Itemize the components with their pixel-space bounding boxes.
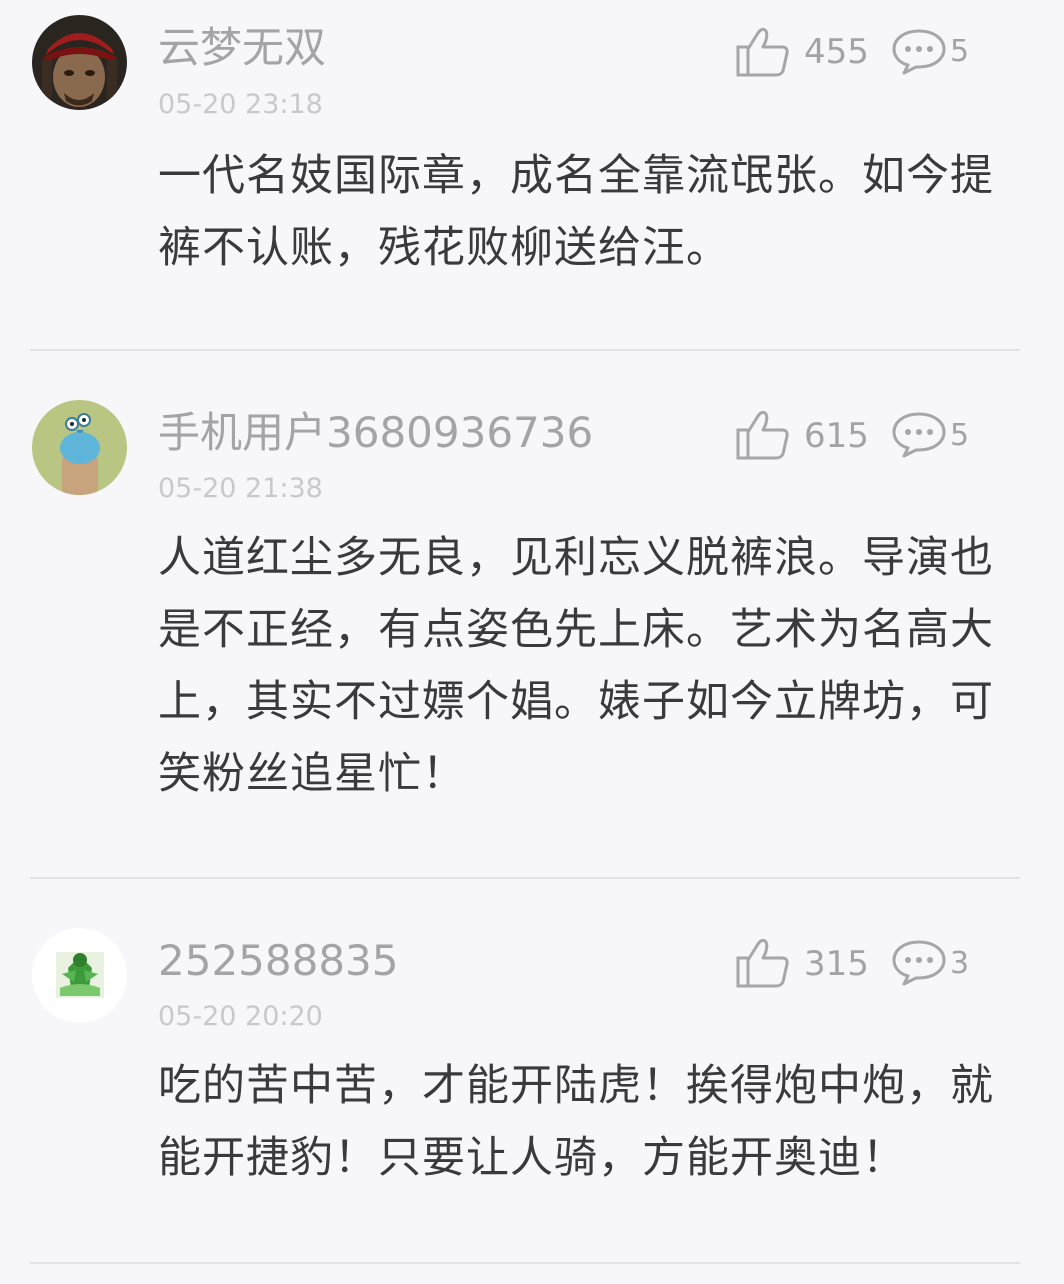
comment-text: 人道红尘多无良，见利忘义脱裤浪。导演也是不正经，有点姿色先上床。艺术为名高大上，… [158, 533, 994, 799]
divider [30, 877, 1020, 879]
comment-text: 一代名妓国际章，成名全靠流氓张。如今提裤不认账，残花败柳送给汪。 [158, 151, 994, 273]
bird-avatar-icon[interactable] [32, 400, 127, 495]
thumbs-up-icon[interactable] [734, 936, 792, 990]
like-count: 315 [804, 944, 869, 984]
reply-count: 5 [950, 34, 970, 69]
reply-bubble-icon[interactable] [890, 938, 948, 988]
reply-count: 3 [950, 946, 970, 981]
pirate-avatar-icon[interactable] [32, 15, 127, 110]
like-count: 615 [804, 416, 869, 456]
reply-count: 5 [950, 418, 970, 453]
reply-bubble-icon[interactable] [890, 410, 948, 460]
thumbs-up-icon[interactable] [734, 25, 792, 79]
username[interactable]: 云梦无双 [158, 23, 326, 73]
username[interactable]: 252588835 [158, 936, 399, 986]
comment-time: 05-20 20:20 [158, 1001, 323, 1032]
comment-time: 05-20 23:18 [158, 89, 323, 120]
divider [30, 1262, 1020, 1264]
like-count: 455 [804, 32, 869, 72]
comment-time: 05-20 21:38 [158, 473, 323, 504]
thumbs-up-icon[interactable] [734, 408, 792, 462]
comment-text: 吃的苦中苦，才能开陆虎！挨得炮中炮，就能开捷豹！只要让人骑，方能开奥迪！ [158, 1061, 994, 1183]
green-figure-avatar-icon[interactable] [32, 928, 127, 1023]
username[interactable]: 手机用户3680936736 [158, 408, 593, 458]
reply-bubble-icon[interactable] [890, 27, 948, 77]
divider [30, 349, 1020, 351]
